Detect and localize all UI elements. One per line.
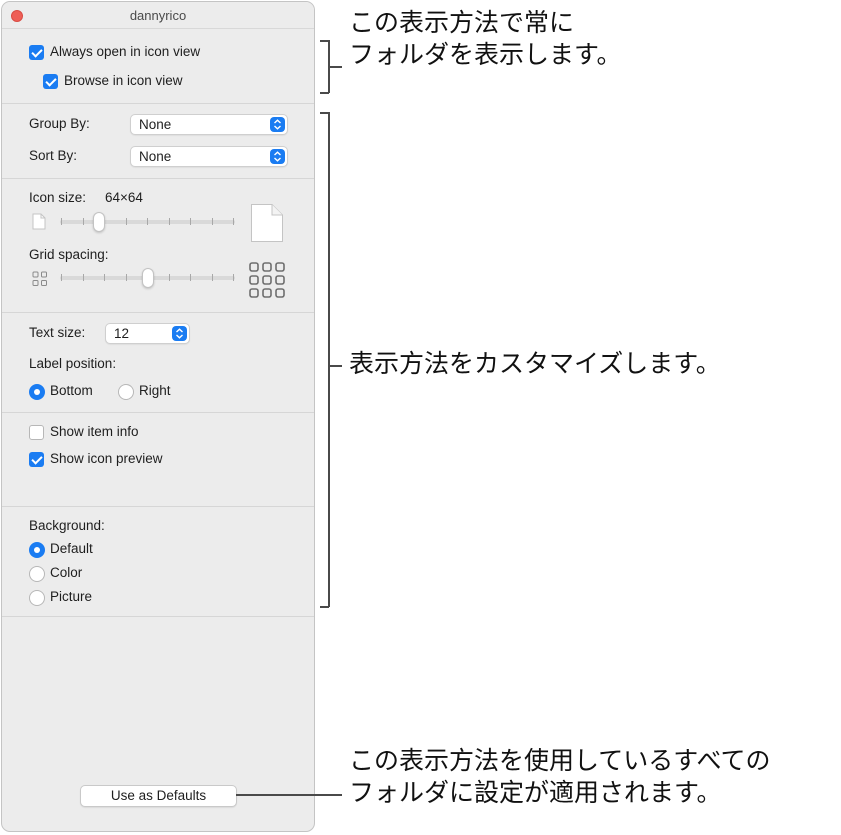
- use-as-defaults-button[interactable]: Use as Defaults: [80, 785, 237, 807]
- small-grid-icon: [32, 271, 47, 286]
- sort-by-label: Sort By:: [29, 148, 78, 163]
- group-by-label: Group By:: [29, 116, 90, 131]
- bg-default-radio[interactable]: [29, 542, 45, 558]
- window-title: dannyrico: [129, 8, 187, 23]
- slider-tick: [104, 274, 105, 281]
- slider-tick: [61, 218, 62, 225]
- icon-size-slider-knob[interactable]: [93, 212, 105, 232]
- annotation-top-line1: この表示方法で常に: [349, 9, 575, 37]
- show-icon-preview-checkbox[interactable]: [29, 452, 44, 467]
- title-bar: dannyrico: [2, 2, 314, 29]
- browse-checkbox[interactable]: [43, 74, 58, 89]
- show-item-info-checkbox[interactable]: [29, 425, 44, 440]
- chevron-updown-icon: [172, 326, 187, 341]
- view-options-window: dannyrico Always open in icon view Brows…: [1, 1, 315, 832]
- divider: [2, 178, 314, 179]
- group-by-value: None: [139, 117, 172, 132]
- always-open-checkbox[interactable]: [29, 45, 44, 60]
- divider: [2, 312, 314, 313]
- slider-tick: [190, 274, 191, 281]
- bg-color-radio[interactable]: [29, 566, 45, 582]
- slider-tick: [147, 218, 148, 225]
- slider-tick: [169, 218, 170, 225]
- label-bottom-radio[interactable]: [29, 384, 45, 400]
- divider: [2, 506, 314, 507]
- slider-tick: [233, 274, 234, 281]
- text-size-value: 12: [114, 326, 130, 341]
- slider-tick: [126, 274, 127, 281]
- slider-tick: [212, 274, 213, 281]
- callout-leader-line: [236, 794, 342, 796]
- browse-label: Browse in icon view: [64, 73, 183, 88]
- slider-tick: [83, 218, 84, 225]
- label-position-label: Label position:: [29, 356, 117, 371]
- icon-size-label: Icon size:: [29, 190, 87, 205]
- chevron-updown-icon: [270, 149, 285, 164]
- show-item-info-label: Show item info: [50, 424, 139, 439]
- large-grid-icon: [249, 262, 285, 298]
- callout-leader-line: [328, 66, 342, 68]
- slider-tick: [190, 218, 191, 225]
- icon-size-value: 64×64: [105, 190, 143, 205]
- always-open-label: Always open in icon view: [50, 44, 201, 59]
- divider: [2, 412, 314, 413]
- slider-tick: [212, 218, 213, 225]
- sort-by-select[interactable]: None: [130, 146, 288, 167]
- divider: [2, 103, 314, 104]
- label-right-text: Right: [139, 383, 171, 398]
- grid-spacing-label: Grid spacing:: [29, 247, 109, 262]
- callout-bracket: [328, 112, 330, 607]
- sort-by-value: None: [139, 149, 172, 164]
- divider: [2, 616, 314, 617]
- group-by-select[interactable]: None: [130, 114, 288, 135]
- label-bottom-text: Bottom: [50, 383, 93, 398]
- bg-picture-text: Picture: [50, 589, 93, 604]
- bg-picture-radio[interactable]: [29, 590, 45, 606]
- grid-spacing-slider-knob[interactable]: [142, 268, 154, 288]
- slider-tick: [61, 274, 62, 281]
- callout-bracket: [320, 606, 329, 608]
- bg-color-text: Color: [50, 565, 83, 580]
- text-size-select[interactable]: 12: [105, 323, 190, 344]
- slider-tick: [233, 218, 234, 225]
- callout-bracket: [320, 92, 329, 94]
- annotation-middle: 表示方法をカスタマイズします。: [349, 350, 721, 378]
- slider-tick: [169, 274, 170, 281]
- bg-default-text: Default: [50, 541, 93, 556]
- annotation-top-line2: フォルダを表示します。: [349, 41, 622, 69]
- slider-tick: [83, 274, 84, 281]
- label-right-radio[interactable]: [118, 384, 134, 400]
- small-document-icon: [32, 213, 46, 230]
- grid-spacing-slider[interactable]: [60, 268, 235, 290]
- large-document-icon: [251, 204, 283, 242]
- show-icon-preview-label: Show icon preview: [50, 451, 163, 466]
- chevron-updown-icon: [270, 117, 285, 132]
- slider-tick: [126, 218, 127, 225]
- text-size-label: Text size:: [29, 325, 86, 340]
- annotation-bottom-line1: この表示方法を使用しているすべての: [349, 747, 771, 775]
- icon-size-slider[interactable]: [60, 212, 235, 234]
- background-label: Background:: [29, 518, 105, 533]
- annotation-bottom-line2: フォルダに設定が適用されます。: [349, 779, 722, 807]
- callout-leader-line: [328, 365, 342, 367]
